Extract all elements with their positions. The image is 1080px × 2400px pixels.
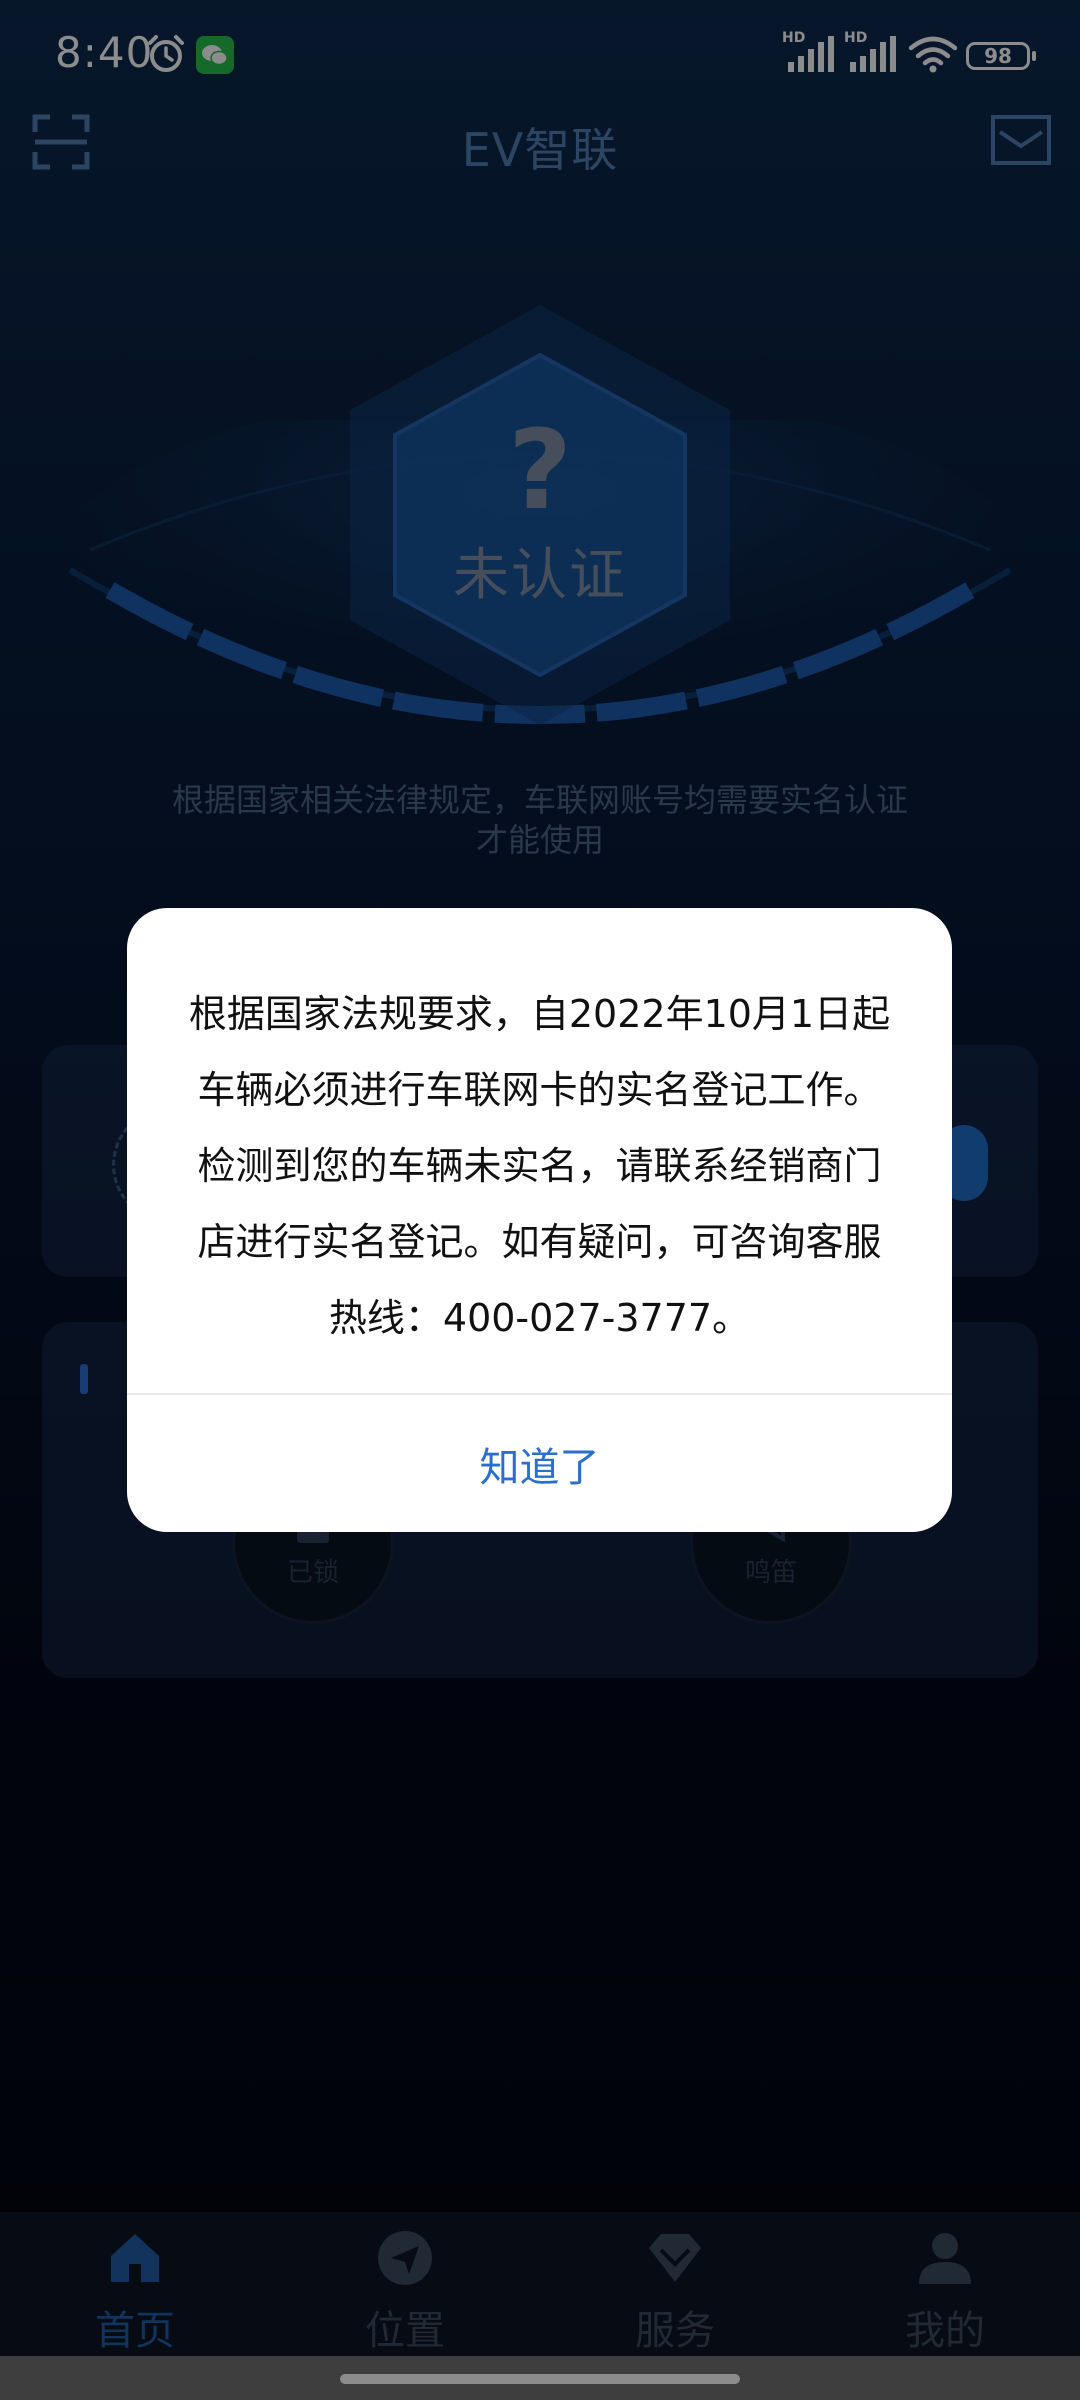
confirm-button[interactable]: 知道了	[127, 1395, 952, 1532]
realname-dialog: 根据国家法规要求，自2022年10月1日起车辆必须进行车联网卡的实名登记工作。检…	[127, 908, 952, 1532]
dialog-message: 根据国家法规要求，自2022年10月1日起车辆必须进行车联网卡的实名登记工作。检…	[188, 992, 891, 1340]
app-screen: 8:40 HD HD 98 EV智联 ? 未认证 根据国家相关法律规定，车联网账…	[0, 0, 1080, 2400]
